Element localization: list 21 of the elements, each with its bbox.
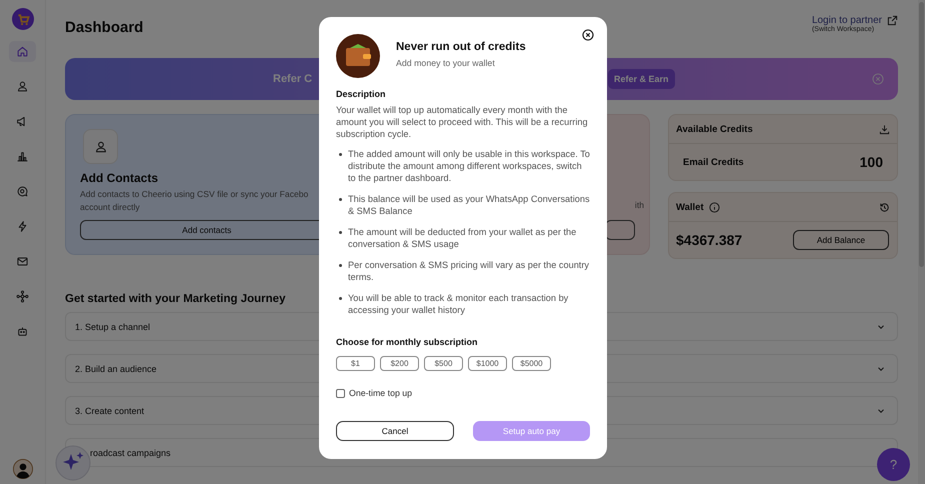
banner-text: Refer C: [273, 73, 312, 85]
description-text: Your wallet will top up automatically every month with the amount you will select to proceed with. This will be a recurring subscription cycle.: [336, 104, 589, 140]
bullet-text: The added amount will only be usable in this workspace. To distribute the amount among different workspaces, switch to the partner dashboard.: [348, 148, 590, 184]
page-title: Dashboard: [65, 19, 144, 36]
section-title: Get started with your Marketing Journey: [65, 293, 286, 305]
card-title: Wallet: [676, 202, 704, 212]
modal-subtitle: Add money to your wallet: [396, 58, 496, 68]
wallet-amount: $4367.387: [676, 232, 742, 248]
bullet-text: Per conversation & SMS pricing will vary as per the country terms.: [348, 259, 590, 283]
card-title: Available Credits: [676, 124, 753, 134]
card-description: ith: [634, 199, 644, 212]
card-title: Add Contacts: [80, 171, 159, 185]
card-description: account directly: [80, 201, 141, 214]
section-heading: Description: [336, 89, 387, 99]
checkbox-label: One-time top up: [349, 388, 412, 398]
bullet-text: The amount will be deducted from your wallet as per the conversation & SMS usage: [348, 226, 578, 250]
card-description: Add contacts to Cheerio using CSV file or sync your Facebo: [80, 188, 310, 201]
credits-value: 100: [860, 154, 883, 170]
modal-title: Never run out of credits: [396, 41, 526, 53]
bullet-text: This balance will be used as your WhatsApp Conversations & SMS Balance: [348, 193, 590, 217]
credits-label: Email Credits: [683, 156, 744, 168]
